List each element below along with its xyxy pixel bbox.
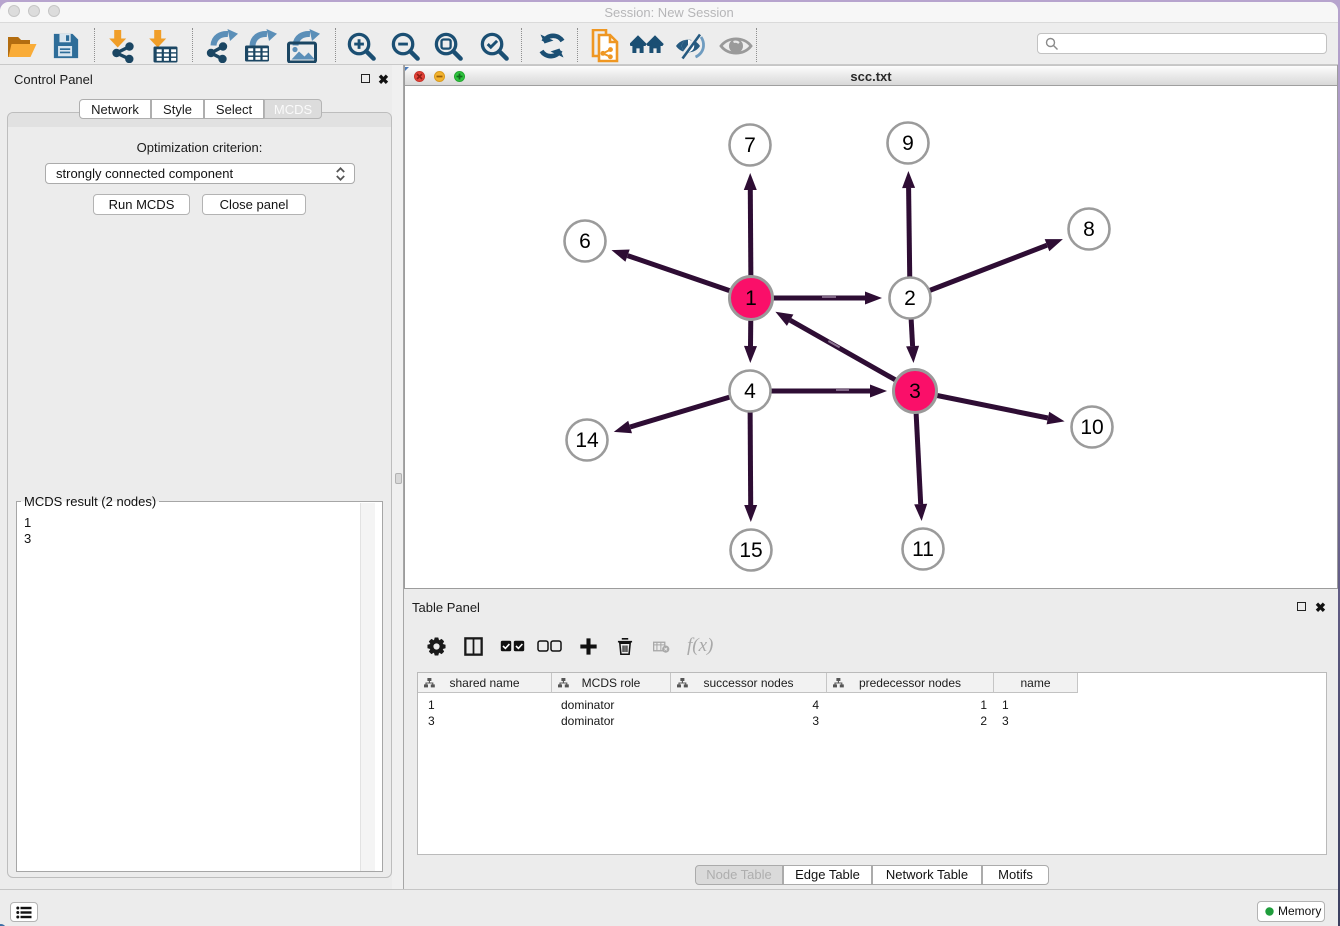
svg-text:2: 2	[904, 287, 916, 310]
svg-text:11: 11	[912, 538, 934, 561]
svg-text:4: 4	[744, 380, 756, 403]
svg-text:1: 1	[745, 287, 757, 310]
svg-text:8: 8	[1083, 218, 1095, 241]
svg-text:15: 15	[739, 539, 762, 562]
svg-text:7: 7	[744, 134, 756, 157]
svg-text:3: 3	[909, 380, 921, 403]
svg-text:14: 14	[575, 429, 599, 452]
svg-text:6: 6	[579, 230, 591, 253]
svg-text:9: 9	[902, 132, 914, 155]
svg-text:10: 10	[1080, 416, 1103, 439]
